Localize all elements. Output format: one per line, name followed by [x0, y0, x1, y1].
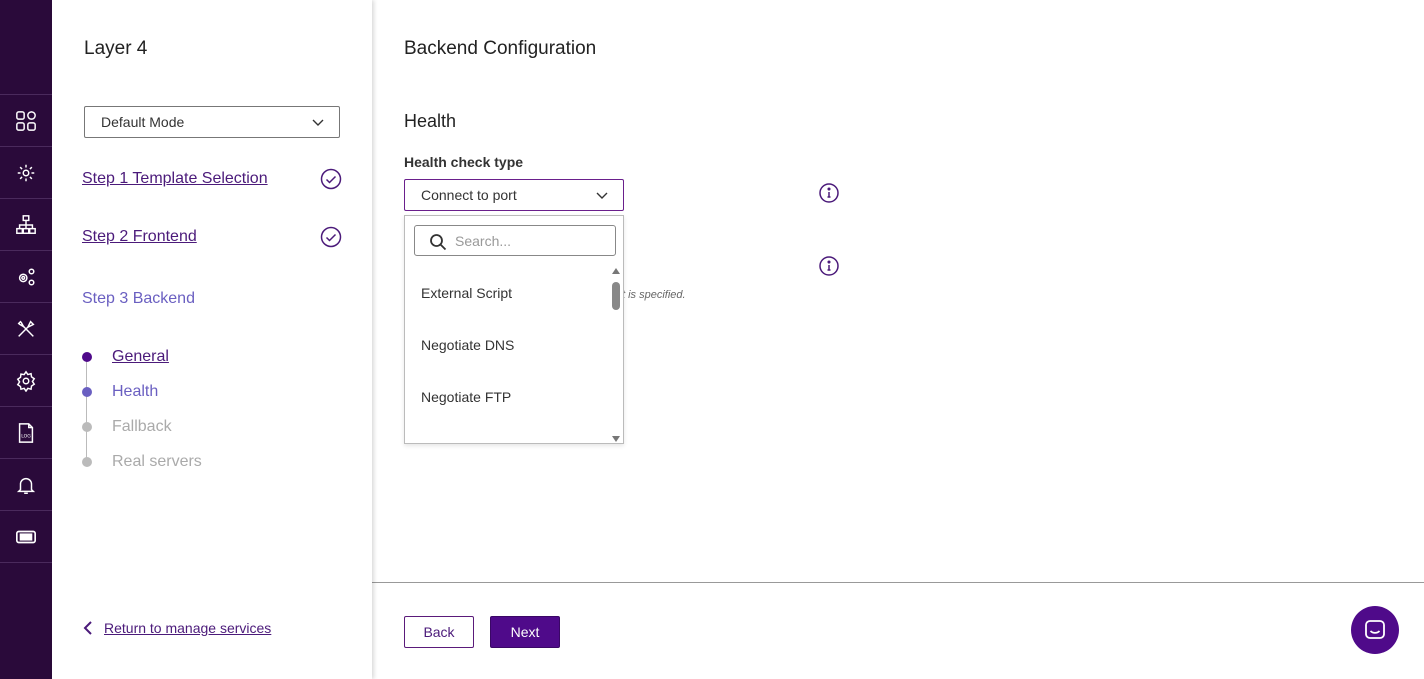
rail-item-tools[interactable] — [0, 303, 52, 355]
step-3-current: Step 3 Backend — [82, 290, 195, 307]
next-button[interactable]: Next — [490, 616, 560, 648]
health-check-dropdown: Search... External Script Negotiate DNS … — [404, 215, 624, 444]
step-2-link[interactable]: Step 2 Frontend — [82, 228, 197, 246]
return-link[interactable]: Return to manage services — [82, 620, 271, 636]
chat-launcher-button[interactable] — [1351, 606, 1399, 654]
return-label: Return to manage services — [104, 620, 272, 636]
rail-item-logs[interactable]: LOG — [0, 407, 52, 459]
bell-icon — [16, 477, 36, 494]
dropdown-option[interactable]: Negotiate FTP — [421, 389, 511, 405]
rail-item-settings[interactable] — [0, 355, 52, 407]
dropdown-option[interactable]: Negotiate DNS — [421, 337, 514, 353]
rail-item-cogs[interactable] — [0, 251, 52, 303]
rail-item-tickets[interactable] — [0, 511, 52, 563]
health-check-type-select[interactable]: Connect to port — [404, 179, 624, 211]
search-icon — [430, 234, 447, 251]
search-placeholder: Search... — [455, 232, 512, 249]
check-circle-icon — [320, 226, 342, 248]
page-title: Backend Configuration — [404, 38, 597, 59]
service-gear-icon — [17, 164, 35, 181]
network-icon — [16, 214, 36, 234]
mode-select[interactable]: Default Mode — [84, 106, 340, 138]
chevron-left-icon — [83, 621, 92, 635]
rail-item-dashboard[interactable] — [0, 95, 52, 147]
scroll-up-arrow[interactable] — [612, 268, 620, 274]
wizard-panel: Layer 4 Default Mode Step 1 Template Sel… — [52, 0, 372, 679]
wizard-title: Layer 4 — [84, 38, 148, 59]
rail-item-notifications[interactable] — [0, 459, 52, 511]
step-1-link[interactable]: Step 1 Template Selection — [82, 170, 268, 188]
substep-health: Health — [112, 383, 159, 400]
health-check-type-value: Connect to port — [421, 187, 517, 203]
dropdown-search-input[interactable]: Search... — [414, 225, 616, 256]
svg-text:LOG: LOG — [21, 433, 31, 439]
chat-icon — [1365, 620, 1385, 639]
substep-general-link[interactable]: General — [112, 348, 169, 366]
chevron-down-icon — [596, 192, 608, 199]
dropdown-option[interactable]: External Script — [421, 285, 512, 301]
chevron-down-icon — [312, 119, 324, 126]
mode-select-value: Default Mode — [101, 114, 185, 130]
footer-divider — [372, 582, 1424, 583]
substep-dot-done — [82, 352, 92, 362]
substep-fallback: Fallback — [112, 418, 172, 435]
grid-icon — [16, 110, 36, 131]
section-title: Health — [404, 111, 457, 131]
ticket-icon — [16, 530, 36, 543]
dropdown-scrollbar[interactable] — [611, 268, 621, 442]
log-file-icon: LOG — [18, 422, 34, 443]
substep-dot-pending — [82, 457, 92, 467]
substep-connector — [86, 357, 87, 463]
rail-logo-area — [0, 0, 52, 95]
scroll-thumb[interactable] — [612, 282, 620, 310]
scroll-down-arrow[interactable] — [612, 436, 620, 442]
info-icon[interactable] — [819, 183, 839, 203]
rail-item-network[interactable] — [0, 199, 52, 251]
check-circle-icon — [320, 168, 342, 190]
tools-icon — [17, 319, 35, 337]
substep-real-servers: Real servers — [112, 453, 202, 470]
main-content: Backend Configuration Health Health chec… — [372, 0, 1424, 679]
icon-rail: LOG — [0, 0, 52, 679]
info-icon[interactable] — [819, 256, 839, 276]
field-hint: t is specified. — [622, 289, 686, 301]
rail-item-services[interactable] — [0, 147, 52, 199]
substep-dot-current — [82, 387, 92, 397]
back-button[interactable]: Back — [404, 616, 474, 648]
health-check-type-label: Health check type — [404, 154, 524, 170]
substep-dot-pending — [82, 422, 92, 432]
settings-icon — [16, 370, 36, 392]
cogs-icon — [18, 267, 35, 286]
